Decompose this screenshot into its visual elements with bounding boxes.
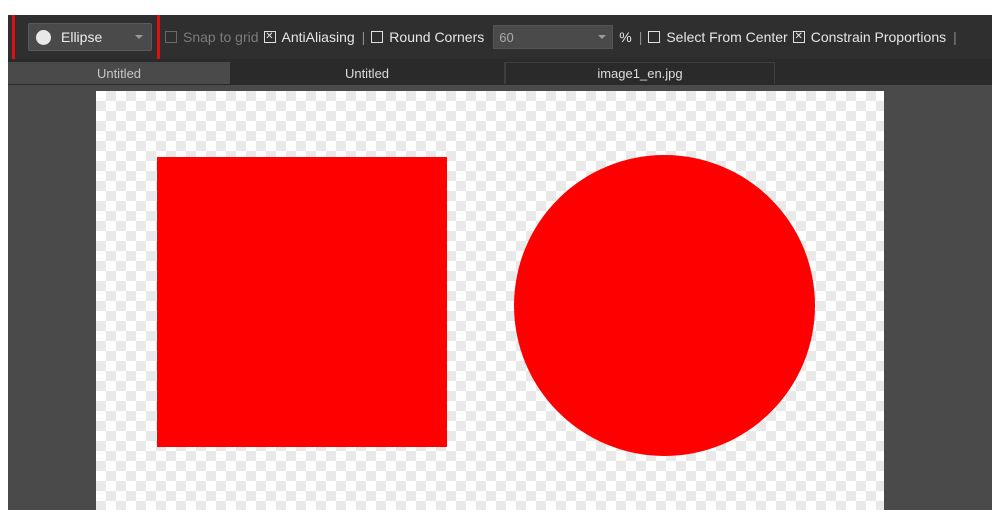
drawing-canvas[interactable]: [96, 91, 884, 510]
select-from-center-label: Select From Center: [666, 29, 788, 45]
tab-untitled-2[interactable]: Untitled: [230, 62, 505, 84]
round-corners-value: 60: [499, 29, 514, 45]
tool-options-bar: Ellipse Snap to grid ✕ AntiAliasing | Ro…: [8, 15, 992, 62]
tool-options: Snap to grid ✕ AntiAliasing | Round Corn…: [165, 15, 963, 59]
constrain-proportions-label: Constrain Proportions: [810, 29, 947, 45]
annotation-highlight-box: [12, 15, 160, 62]
separator: |: [361, 29, 366, 45]
red-circle-shape[interactable]: [514, 155, 815, 456]
red-square-shape[interactable]: [157, 157, 447, 447]
select-from-center-checkbox[interactable]: [648, 31, 661, 43]
tab-untitled-1[interactable]: Untitled: [8, 62, 230, 84]
separator: |: [953, 29, 957, 45]
snap-to-grid-checkbox[interactable]: [165, 31, 177, 43]
tab-image1-en[interactable]: image1_en.jpg: [505, 62, 775, 84]
antialiasing-label: AntiAliasing: [281, 29, 355, 45]
antialiasing-checkbox[interactable]: ✕: [263, 31, 276, 43]
editor-window: Ellipse Snap to grid ✕ AntiAliasing | Ro…: [8, 15, 992, 510]
snap-to-grid-label: Snap to grid: [183, 29, 259, 45]
chevron-down-icon[interactable]: [598, 35, 607, 39]
document-tab-bar: Untitled Untitled image1_en.jpg: [8, 59, 992, 85]
percent-unit: %: [619, 29, 632, 45]
round-corners-label: Round Corners: [389, 29, 485, 45]
separator: |: [638, 29, 643, 45]
round-corners-input[interactable]: 60: [493, 25, 614, 49]
round-corners-checkbox[interactable]: [371, 31, 384, 43]
constrain-proportions-checkbox[interactable]: ✕: [792, 31, 805, 43]
